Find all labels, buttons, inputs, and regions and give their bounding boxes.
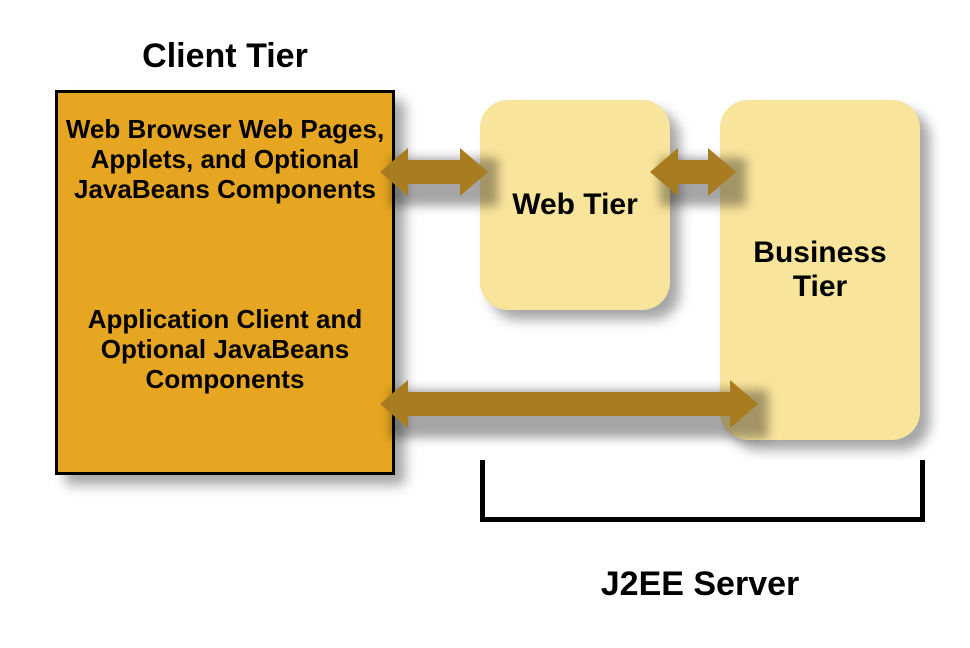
diagram-stage: Client Tier Web Browser Web Pages, Apple… — [0, 0, 970, 648]
arrow-head-right-icon — [730, 380, 758, 428]
business-tier-label: Business Tier — [730, 236, 910, 305]
arrow-shaft — [406, 160, 462, 184]
arrow-head-left-icon — [380, 380, 408, 428]
web-tier-label: Web Tier — [512, 188, 638, 222]
web-tier-box: Web Tier — [480, 100, 670, 310]
arrow-head-right-icon — [460, 148, 488, 196]
arrow-shaft — [406, 392, 732, 416]
arrow-head-right-icon — [708, 148, 736, 196]
arrow-client-business — [380, 380, 758, 428]
arrow-shaft — [674, 160, 712, 184]
arrow-web-business — [650, 148, 736, 196]
client-application-block: Application Client and Optional JavaBean… — [58, 305, 392, 395]
j2ee-server-title: J2EE Server — [480, 565, 920, 604]
client-tier-box: Web Browser Web Pages, Applets, and Opti… — [55, 90, 395, 475]
client-web-browser-block: Web Browser Web Pages, Applets, and Opti… — [58, 115, 392, 205]
arrow-head-left-icon — [380, 148, 408, 196]
client-tier-title: Client Tier — [55, 37, 395, 76]
server-bracket — [480, 460, 925, 522]
arrow-client-web — [380, 148, 488, 196]
